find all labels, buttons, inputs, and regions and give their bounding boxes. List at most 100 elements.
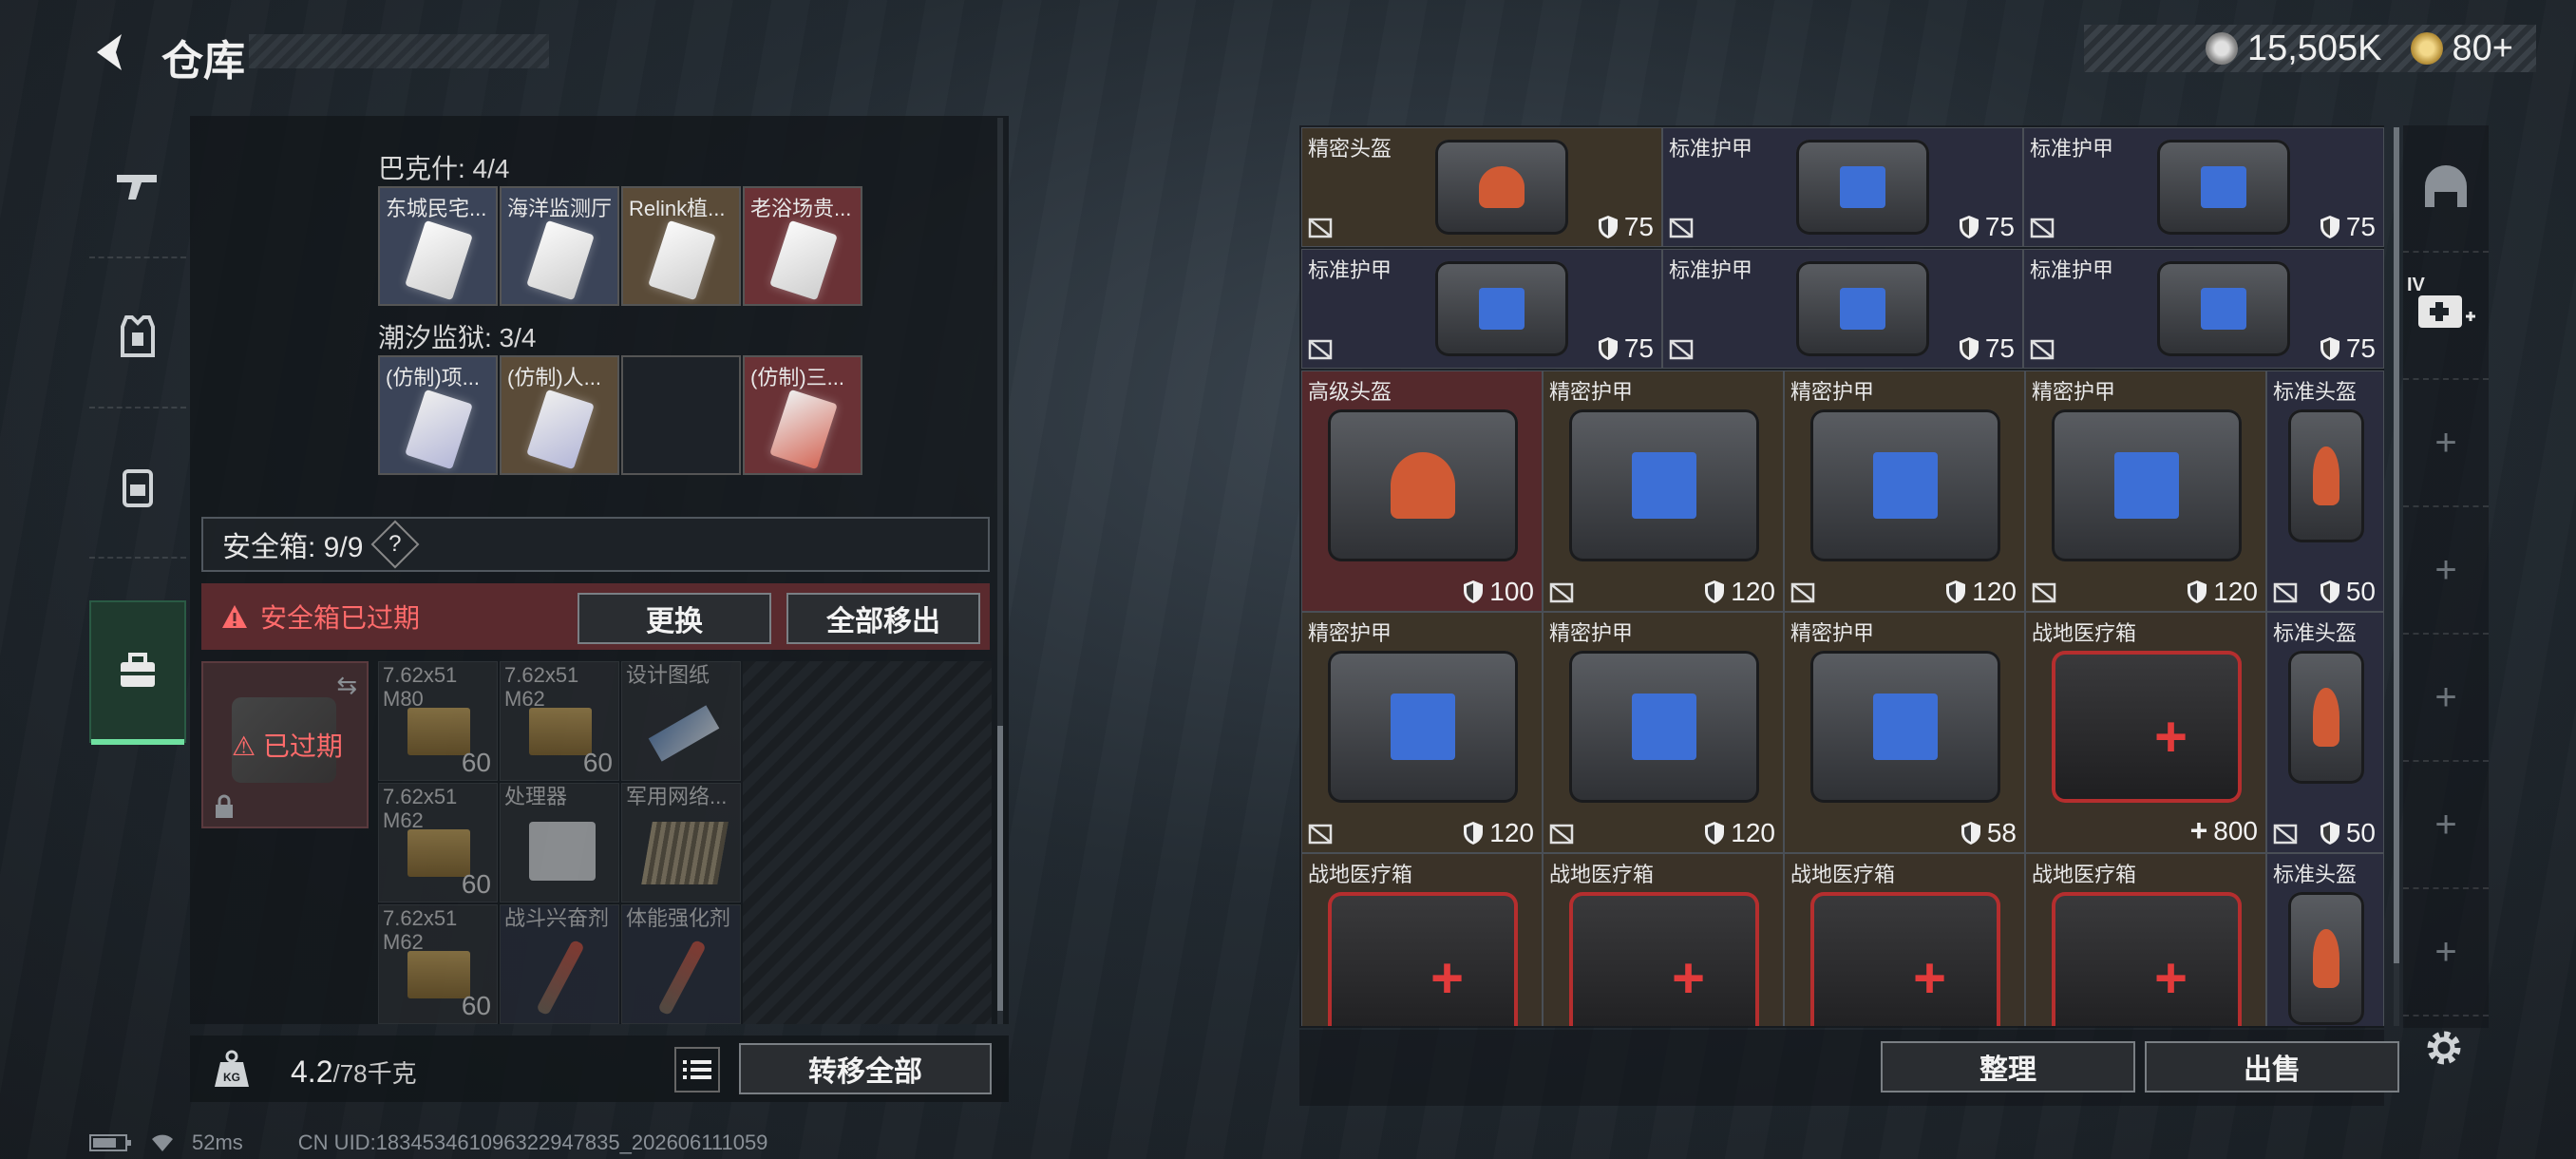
- item-durability: 75: [1959, 212, 2015, 242]
- safebox-bar: 安全箱: 9/9 ?: [201, 517, 990, 572]
- stash-item[interactable]: 精密护甲 120: [1543, 612, 1784, 853]
- collection-card[interactable]: Relink植...: [621, 186, 741, 306]
- safebox-item[interactable]: 7.62x51 M62 60: [500, 661, 619, 781]
- page-title: 仓库: [161, 38, 245, 85]
- replace-button[interactable]: 更换: [578, 593, 771, 644]
- shield-icon: [1464, 822, 1484, 845]
- stash-item[interactable]: 标准护甲 75: [1301, 249, 1662, 369]
- battery-icon: [89, 1134, 131, 1151]
- item-durability: 120: [2187, 577, 2258, 607]
- stash-item[interactable]: 精密护甲 120: [1301, 612, 1543, 853]
- remove-all-button[interactable]: 全部移出: [786, 593, 980, 644]
- safebox-item[interactable]: 军用网络...: [621, 783, 741, 902]
- left-scrollbar[interactable]: [997, 118, 1003, 1024]
- item-name: 战地医疗箱: [1308, 863, 1413, 886]
- stash-item[interactable]: 精密护甲 120: [2025, 370, 2266, 612]
- item-name: 战地医疗箱: [2032, 863, 2137, 886]
- right-tab-6[interactable]: +: [2403, 889, 2489, 1016]
- stash-item[interactable]: 标准护甲 75: [1662, 127, 2023, 247]
- tab-backpack[interactable]: [89, 416, 186, 559]
- document-icon: [769, 219, 838, 301]
- collection-card[interactable]: (仿制)项...: [378, 355, 498, 475]
- item-durability: 75: [1959, 333, 2015, 364]
- armor-vest-icon: [1435, 261, 1568, 356]
- stash-item[interactable]: 战地医疗箱 +: [2025, 853, 2266, 1026]
- document-icon: [648, 219, 716, 301]
- stash-item[interactable]: 战地医疗箱 + +800: [2025, 612, 2266, 853]
- list-icon: [683, 1060, 711, 1079]
- stash-item[interactable]: 高级头盔 100: [1301, 370, 1543, 612]
- stash-item[interactable]: 精密护甲 58: [1784, 612, 2025, 853]
- armor-vest-icon: [1569, 651, 1759, 803]
- safebox-item[interactable]: 体能强化剂: [621, 904, 741, 1024]
- stash-item[interactable]: 战地医疗箱 +: [1784, 853, 2025, 1026]
- plus-icon: +: [2434, 803, 2457, 846]
- item-name: 战地医疗箱: [1549, 863, 1655, 886]
- helmet-icon: [1328, 409, 1518, 561]
- safebox-item[interactable]: 设计图纸: [621, 661, 741, 781]
- stash-item[interactable]: 标准头盔 50: [2266, 370, 2384, 612]
- stash-item[interactable]: 标准头盔 50: [2266, 612, 2384, 853]
- item-name: 精密护甲: [1308, 621, 1392, 645]
- stash-item[interactable]: 标准护甲 75: [1662, 249, 2023, 369]
- card-name: 老浴场贵...: [750, 197, 852, 220]
- stash-item[interactable]: 标准护甲 75: [2023, 127, 2384, 247]
- right-tab-1[interactable]: IV: [2403, 253, 2489, 380]
- right-tab-5[interactable]: +: [2403, 762, 2489, 889]
- right-tab-0[interactable]: [2403, 125, 2489, 253]
- stash-item[interactable]: 精密护甲 120: [1784, 370, 2025, 612]
- medkit-icon: +: [2052, 651, 2242, 803]
- item-durability: 50: [2320, 577, 2376, 607]
- stash-item[interactable]: 精密护甲 120: [1543, 370, 1784, 612]
- processor-icon: [529, 822, 596, 881]
- collection-card-empty: [621, 355, 741, 475]
- tab-storage[interactable]: [89, 600, 186, 745]
- item-durability: 120: [1945, 577, 2017, 607]
- collection-card[interactable]: 老浴场贵...: [743, 186, 862, 306]
- stash-item[interactable]: 战地医疗箱 +: [1301, 853, 1543, 1026]
- stash-item[interactable]: 战地医疗箱 +: [1543, 853, 1784, 1026]
- right-tab-4[interactable]: +: [2403, 635, 2489, 762]
- stash-item[interactable]: 标准头盔: [2266, 853, 2384, 1026]
- ping-text: 52ms: [192, 1130, 243, 1154]
- tab-armor[interactable]: [89, 266, 186, 408]
- heal-plus-icon: +: [2189, 813, 2208, 847]
- document-icon: [405, 219, 473, 301]
- sell-button[interactable]: 出售: [2145, 1041, 2399, 1092]
- collection-card[interactable]: 海洋监测厅: [500, 186, 619, 306]
- item-durability: 75: [1598, 333, 1654, 364]
- collection-card[interactable]: (仿制)三...: [743, 355, 862, 475]
- stash-item[interactable]: 精密头盔 75: [1301, 127, 1662, 247]
- item-name: 标准头盔: [2273, 863, 2358, 886]
- card-name: (仿制)人...: [507, 366, 601, 390]
- back-arrow-icon[interactable]: [87, 28, 135, 76]
- safebox-item[interactable]: 7.62x51 M62 60: [378, 783, 498, 902]
- weight-readout: 4.2/78千克: [291, 1054, 417, 1090]
- help-button[interactable]: ?: [370, 520, 420, 569]
- network-device-icon: [641, 822, 729, 884]
- armor-vest-icon: [1810, 409, 2000, 561]
- item-name: 精密护甲: [1549, 380, 1634, 404]
- stash-item[interactable]: 标准护甲 75: [2023, 249, 2384, 369]
- item-durability: 100: [1463, 577, 1534, 607]
- no-insure-icon: [2030, 218, 2055, 238]
- safebox-item[interactable]: 处理器: [500, 783, 619, 902]
- tab-weapons[interactable]: [89, 116, 186, 258]
- right-scrollbar[interactable]: [2394, 127, 2399, 1026]
- item-name: 战地医疗箱: [1790, 863, 1896, 886]
- collection-card[interactable]: (仿制)人...: [500, 355, 619, 475]
- collection-card[interactable]: 东城民宅...: [378, 186, 498, 306]
- right-tab-3[interactable]: +: [2403, 507, 2489, 635]
- sort-button[interactable]: 整理: [1881, 1041, 2135, 1092]
- item-name: 标准头盔: [2273, 621, 2358, 645]
- list-view-button[interactable]: [674, 1047, 720, 1092]
- gear-icon[interactable]: [2420, 1024, 2468, 1072]
- safebox-item[interactable]: 7.62x51 M62 60: [378, 904, 498, 1024]
- helmet-icon: [2425, 165, 2467, 207]
- right-tab-2[interactable]: +: [2403, 380, 2489, 507]
- card-name: 东城民宅...: [386, 197, 487, 220]
- safebox-slot[interactable]: ⚠ 已过期 ⇆: [201, 661, 369, 828]
- safebox-item[interactable]: 7.62x51 M80 60: [378, 661, 498, 781]
- transfer-all-button[interactable]: 转移全部: [739, 1043, 992, 1094]
- safebox-item[interactable]: 战斗兴奋剂: [500, 904, 619, 1024]
